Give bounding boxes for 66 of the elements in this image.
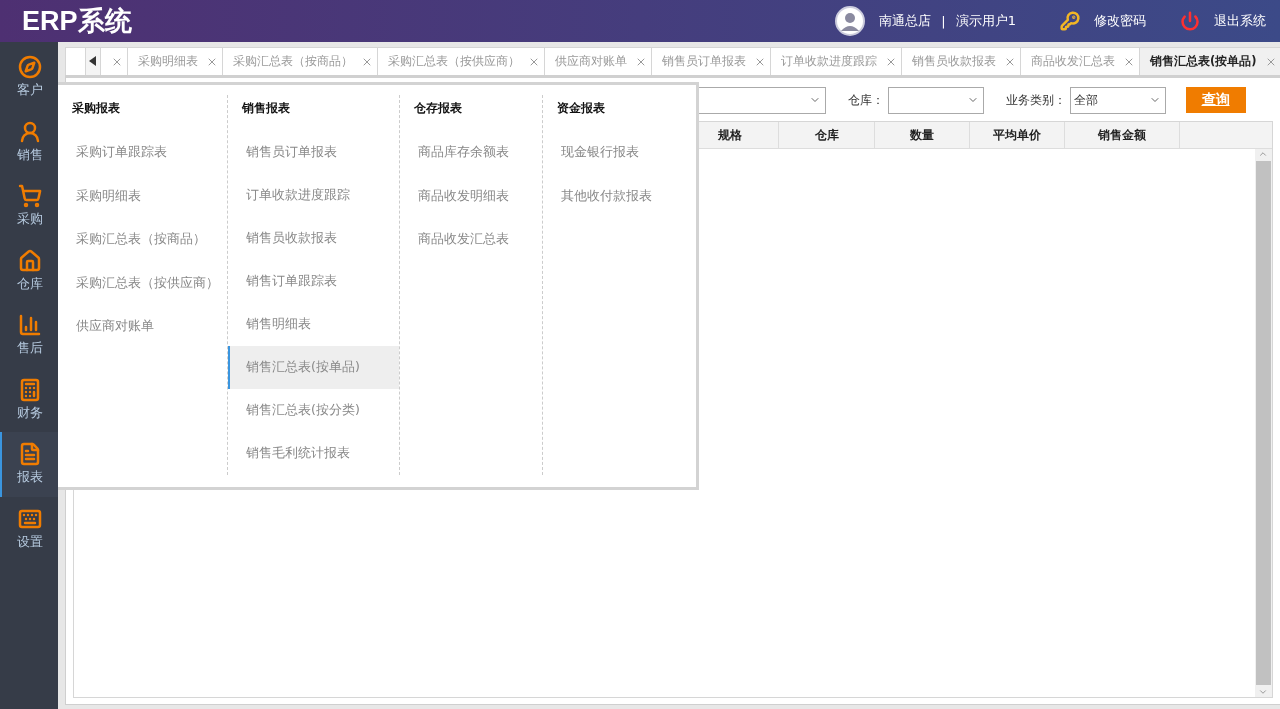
avatar-icon — [835, 6, 866, 36]
sidebar-item[interactable]: 采购 — [0, 174, 58, 239]
compass-icon — [18, 55, 42, 80]
column-header: 数量 — [875, 122, 970, 148]
column-header: 仓库 — [779, 122, 875, 148]
tab[interactable]: 订单收款进度跟踪 — [770, 48, 901, 75]
menu-item[interactable]: 商品库存余额表 — [400, 131, 542, 175]
menu-item[interactable]: 采购订单跟踪表 — [58, 131, 227, 175]
column-header: 平均单价 — [970, 122, 1065, 148]
menu-item[interactable]: 采购明细表 — [58, 174, 227, 218]
menu-item[interactable]: 其他收付款报表 — [543, 174, 695, 218]
document-icon — [18, 442, 42, 467]
scroll-down-icon[interactable] — [1258, 687, 1268, 697]
select-field[interactable] — [887, 86, 984, 114]
user-name: 演示用户1 — [955, 12, 1016, 30]
person-icon — [18, 119, 42, 144]
tab[interactable]: 商品收发汇总表 — [1020, 48, 1139, 75]
menu-item[interactable]: 销售汇总表(按单品) — [228, 345, 399, 389]
filter-label: 仓库： — [847, 92, 884, 108]
tab[interactable]: 销售员订单报表 — [651, 48, 770, 75]
cart-icon — [18, 184, 42, 209]
menu-item[interactable]: 销售员收款报表 — [228, 216, 399, 260]
menu-item[interactable]: 商品收发明细表 — [400, 174, 542, 218]
sidebar-item[interactable]: 客户 — [0, 45, 58, 110]
menu-item[interactable]: 销售明细表 — [228, 302, 399, 346]
sidebar-item[interactable]: 仓库 — [0, 238, 58, 303]
tab[interactable]: 供应商对账单 — [544, 48, 651, 75]
sidebar-item[interactable]: 销售 — [0, 109, 58, 174]
menu-item[interactable]: 销售订单跟踪表 — [228, 259, 399, 303]
key-icon — [1060, 11, 1080, 31]
menu-heading: 销售报表 — [241, 100, 291, 117]
menu-item[interactable]: 订单收款进度跟踪 — [228, 173, 399, 217]
logout-link[interactable]: 退出系统 — [1180, 11, 1266, 31]
change-password-link[interactable]: 修改密码 — [1060, 11, 1146, 31]
menu-item[interactable]: 商品收发汇总表 — [400, 218, 542, 262]
menu-heading: 资金报表 — [556, 100, 606, 117]
tab[interactable]: 销售员收款报表 — [901, 48, 1020, 75]
select-field[interactable]: 全部 — [1069, 86, 1166, 114]
sidebar-item[interactable]: 财务 — [0, 367, 58, 432]
menu-heading: 仓存报表 — [413, 100, 463, 117]
query-button[interactable]: 查询 — [1185, 87, 1246, 113]
tab[interactable]: 采购汇总表（按供应商） — [377, 48, 544, 75]
column-header: 销售金额 — [1065, 122, 1180, 148]
separator: | — [941, 13, 946, 29]
menu-heading: 采购报表 — [71, 100, 121, 117]
store-name: 南通总店 — [879, 12, 932, 30]
menu-item[interactable]: 采购汇总表（按商品） — [58, 218, 227, 262]
sidebar-item[interactable]: 售后 — [0, 303, 58, 368]
sidebar-item[interactable]: 报表 — [0, 432, 58, 497]
menu-item[interactable]: 销售毛利统计报表 — [228, 431, 399, 475]
app-title: ERP系统 — [22, 5, 132, 38]
tab[interactable]: 采购汇总表（按商品） — [222, 48, 377, 75]
menu-item[interactable]: 销售员订单报表 — [228, 130, 399, 174]
filter-label: 业务类别： — [1005, 92, 1066, 108]
tab[interactable]: 采购明细表 — [127, 48, 222, 75]
power-icon — [1180, 11, 1200, 31]
sidebar-item[interactable]: 设置 — [0, 496, 58, 561]
calculator-icon — [18, 377, 42, 402]
scrollbar-thumb[interactable] — [1255, 161, 1271, 685]
tab[interactable]: 销售汇总表(按单品) — [1139, 48, 1280, 75]
scroll-up-icon[interactable] — [1258, 149, 1268, 159]
bar-chart-icon — [18, 313, 42, 338]
menu-item[interactable]: 采购汇总表（按供应商） — [58, 261, 227, 305]
menu-item[interactable]: 销售汇总表(按分类) — [228, 388, 399, 432]
menu-item[interactable]: 供应商对账单 — [58, 305, 227, 349]
house-icon — [18, 248, 42, 273]
